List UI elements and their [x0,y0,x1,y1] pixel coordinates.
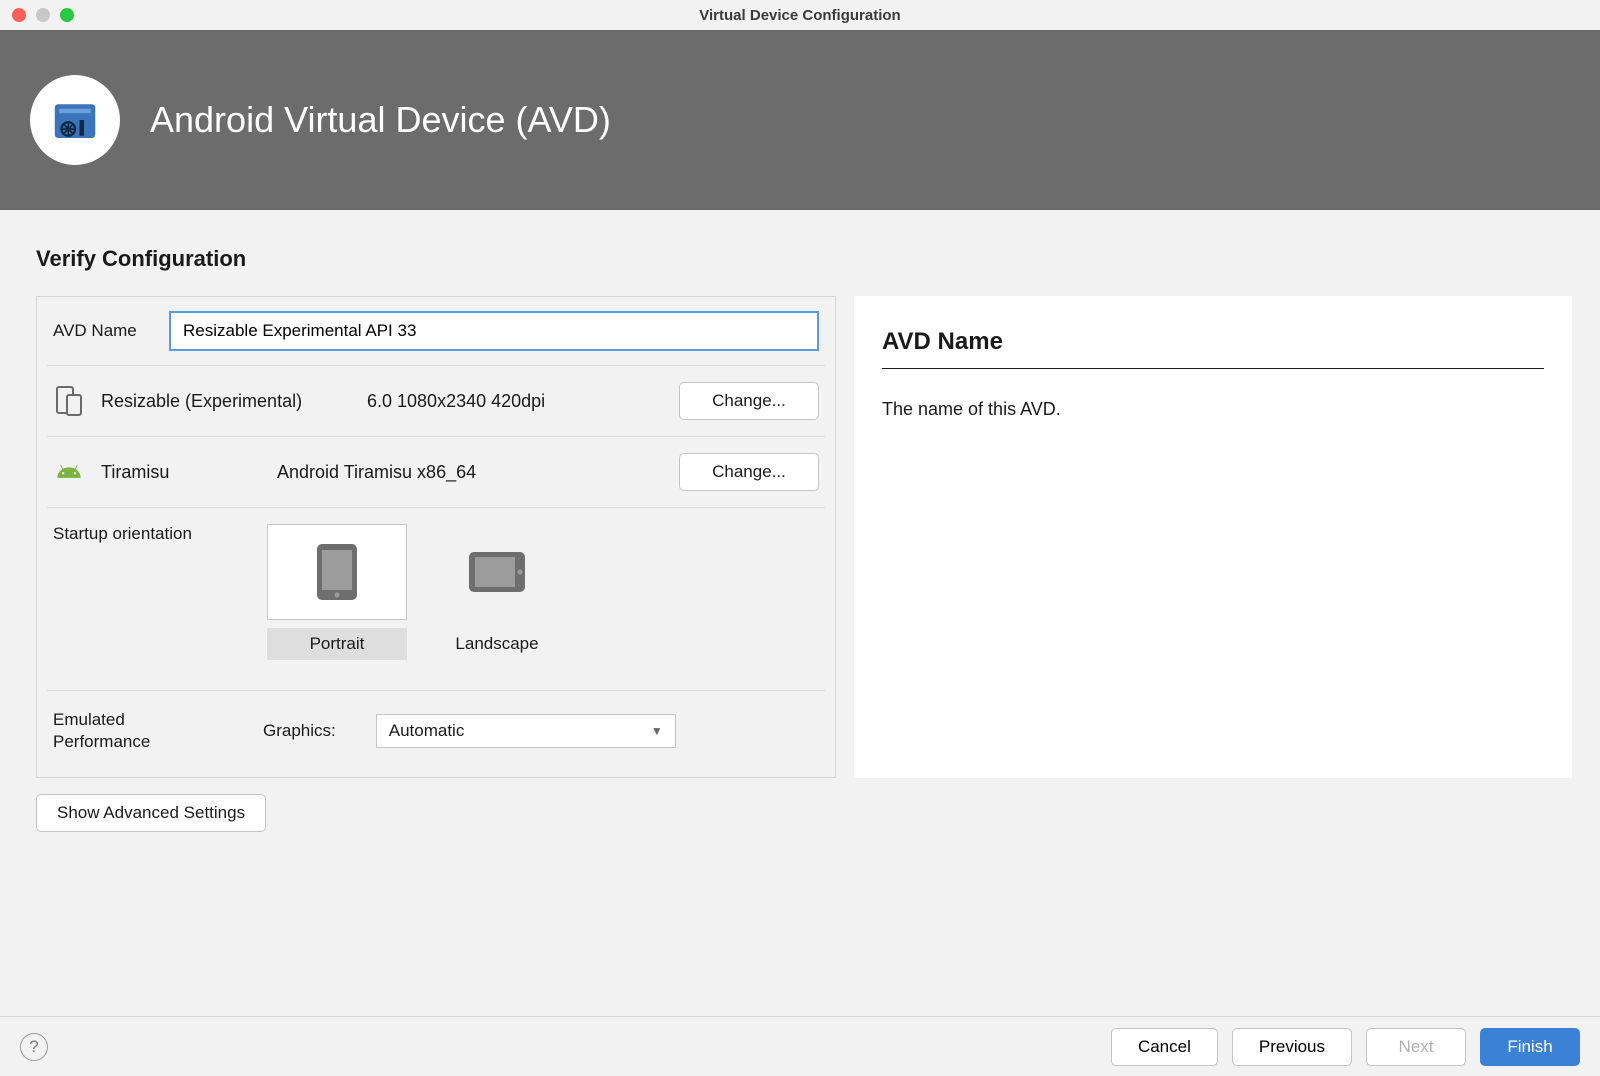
portrait-icon [315,542,359,602]
page-title: Android Virtual Device (AVD) [150,99,611,141]
android-icon [53,456,85,488]
avd-name-label: AVD Name [53,321,153,341]
performance-label: Emulated Performance [53,709,223,753]
close-window-icon[interactable] [12,8,26,22]
orientation-label: Startup orientation [53,524,239,544]
landscape-icon [467,550,527,594]
android-studio-icon [48,93,102,147]
change-system-image-button[interactable]: Change... [679,453,819,491]
configuration-panel: AVD Name Resizable (Experimental) 6.0 10… [36,296,836,778]
advanced-settings-row: Show Advanced Settings [36,794,1572,832]
content-area: Verify Configuration AVD Name Resizable … [0,210,1600,1016]
help-panel-title: AVD Name [882,328,1544,369]
system-image-name: Tiramisu [101,462,261,483]
orientation-options: Portrait Landscape [267,524,567,660]
resizable-device-icon [53,385,85,417]
performance-row: Emulated Performance Graphics: Automatic… [37,691,835,777]
window-controls [12,8,74,22]
help-panel-description: The name of this AVD. [882,399,1544,420]
two-column-layout: AVD Name Resizable (Experimental) 6.0 10… [36,296,1572,778]
avd-name-input[interactable] [169,311,819,351]
orientation-portrait[interactable]: Portrait [267,524,407,660]
change-device-button[interactable]: Change... [679,382,819,420]
header-banner: Android Virtual Device (AVD) [0,30,1600,210]
orientation-landscape[interactable]: Landscape [427,524,567,660]
help-panel: AVD Name The name of this AVD. [854,296,1572,778]
section-title: Verify Configuration [36,246,1572,272]
graphics-select[interactable]: Automatic ▼ [376,714,676,748]
device-spec: 6.0 1080x2340 420dpi [367,391,663,412]
maximize-window-icon[interactable] [60,8,74,22]
finish-button[interactable]: Finish [1480,1028,1580,1066]
system-image-spec: Android Tiramisu x86_64 [277,462,663,483]
orientation-row: Startup orientation Portrait [37,508,835,690]
show-advanced-settings-button[interactable]: Show Advanced Settings [36,794,266,832]
previous-button[interactable]: Previous [1232,1028,1352,1066]
device-row: Resizable (Experimental) 6.0 1080x2340 4… [37,366,835,436]
minimize-window-icon [36,8,50,22]
titlebar: Virtual Device Configuration [0,0,1600,30]
orientation-landscape-label: Landscape [455,634,538,653]
android-studio-logo [30,75,120,165]
next-button: Next [1366,1028,1466,1066]
cancel-button[interactable]: Cancel [1111,1028,1218,1066]
footer: ? Cancel Previous Next Finish [0,1016,1600,1076]
system-image-row: Tiramisu Android Tiramisu x86_64 Change.… [37,437,835,507]
device-name: Resizable (Experimental) [101,391,351,412]
graphics-select-value: Automatic [389,721,465,741]
avd-name-row: AVD Name [37,297,835,365]
window-title: Virtual Device Configuration [699,7,900,24]
graphics-label: Graphics: [263,721,336,741]
help-icon[interactable]: ? [20,1033,48,1061]
chevron-down-icon: ▼ [651,724,663,738]
orientation-portrait-label: Portrait [310,634,365,653]
